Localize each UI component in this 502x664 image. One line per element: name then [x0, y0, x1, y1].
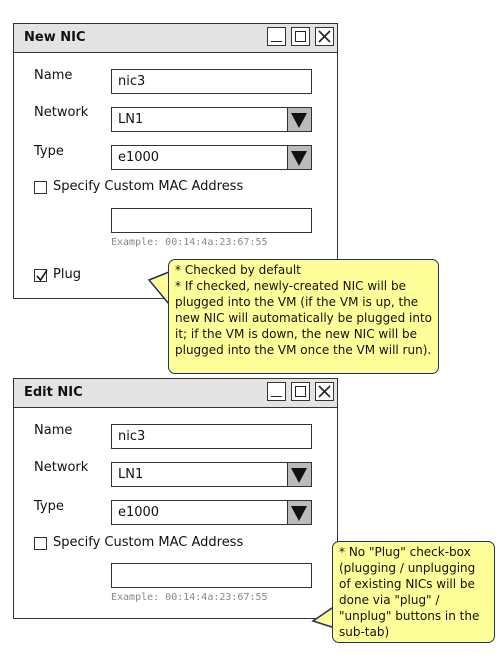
- type-label: Type: [34, 144, 64, 159]
- name-label: Name: [34, 423, 73, 438]
- close-button[interactable]: [315, 27, 334, 46]
- plug-label: Plug: [53, 267, 81, 282]
- network-select[interactable]: LN1: [111, 107, 312, 132]
- mac-example-text: Example: 00:14:4a:23:67:55: [111, 592, 268, 603]
- name-label: Name: [34, 68, 73, 83]
- edit-nic-dialog: Edit NIC Name nic3 Network LN1 Type e100…: [13, 378, 338, 619]
- close-button[interactable]: [315, 382, 334, 401]
- network-label: Network: [34, 105, 89, 120]
- close-icon: [318, 385, 331, 398]
- network-value: LN1: [118, 112, 144, 127]
- type-label: Type: [34, 499, 64, 514]
- mac-address-input[interactable]: [111, 208, 312, 233]
- minimize-icon: [271, 40, 282, 42]
- type-dropdown-button[interactable]: [287, 501, 311, 524]
- maximize-icon: [295, 31, 306, 42]
- type-value: e1000: [118, 505, 160, 520]
- edit-note: * No "Plug" check-box (plugging / unplug…: [332, 541, 495, 643]
- network-dropdown-button[interactable]: [287, 463, 311, 486]
- custom-mac-label: Specify Custom MAC Address: [53, 535, 244, 550]
- name-input[interactable]: nic3: [111, 69, 312, 94]
- new-nic-titlebar: New NIC: [14, 24, 337, 53]
- dropdown-arrow-icon: [291, 468, 307, 483]
- type-value: e1000: [118, 150, 160, 165]
- checkmark-icon: [36, 269, 48, 282]
- close-icon: [318, 30, 331, 43]
- plug-checkbox[interactable]: [34, 269, 48, 282]
- type-dropdown-button[interactable]: [287, 146, 311, 169]
- custom-mac-checkbox[interactable]: [34, 537, 47, 550]
- network-value: LN1: [118, 467, 144, 482]
- minimize-icon: [271, 395, 282, 397]
- network-select[interactable]: LN1: [111, 462, 312, 487]
- maximize-button[interactable]: [291, 382, 310, 401]
- new-nic-dialog: New NIC Name nic3 Network LN1 Type e1000…: [13, 23, 338, 299]
- network-label: Network: [34, 460, 89, 475]
- dropdown-arrow-icon: [291, 113, 307, 128]
- dialog-title: Edit NIC: [24, 385, 83, 400]
- name-input[interactable]: nic3: [111, 424, 312, 449]
- maximize-button[interactable]: [291, 27, 310, 46]
- custom-mac-label: Specify Custom MAC Address: [53, 179, 244, 194]
- dialog-title: New NIC: [24, 30, 86, 45]
- dropdown-arrow-icon: [291, 151, 307, 166]
- mac-example-text: Example: 00:14:4a:23:67:55: [111, 237, 268, 248]
- plug-note: * Checked by default * If checked, newly…: [168, 259, 439, 374]
- type-select[interactable]: e1000: [111, 145, 312, 170]
- dropdown-arrow-icon: [291, 506, 307, 521]
- network-dropdown-button[interactable]: [287, 108, 311, 131]
- mac-address-input[interactable]: [111, 563, 312, 588]
- minimize-button[interactable]: [267, 27, 286, 46]
- custom-mac-checkbox[interactable]: [34, 181, 47, 194]
- maximize-icon: [295, 386, 306, 397]
- minimize-button[interactable]: [267, 382, 286, 401]
- type-select[interactable]: e1000: [111, 500, 312, 525]
- edit-nic-titlebar: Edit NIC: [14, 379, 337, 408]
